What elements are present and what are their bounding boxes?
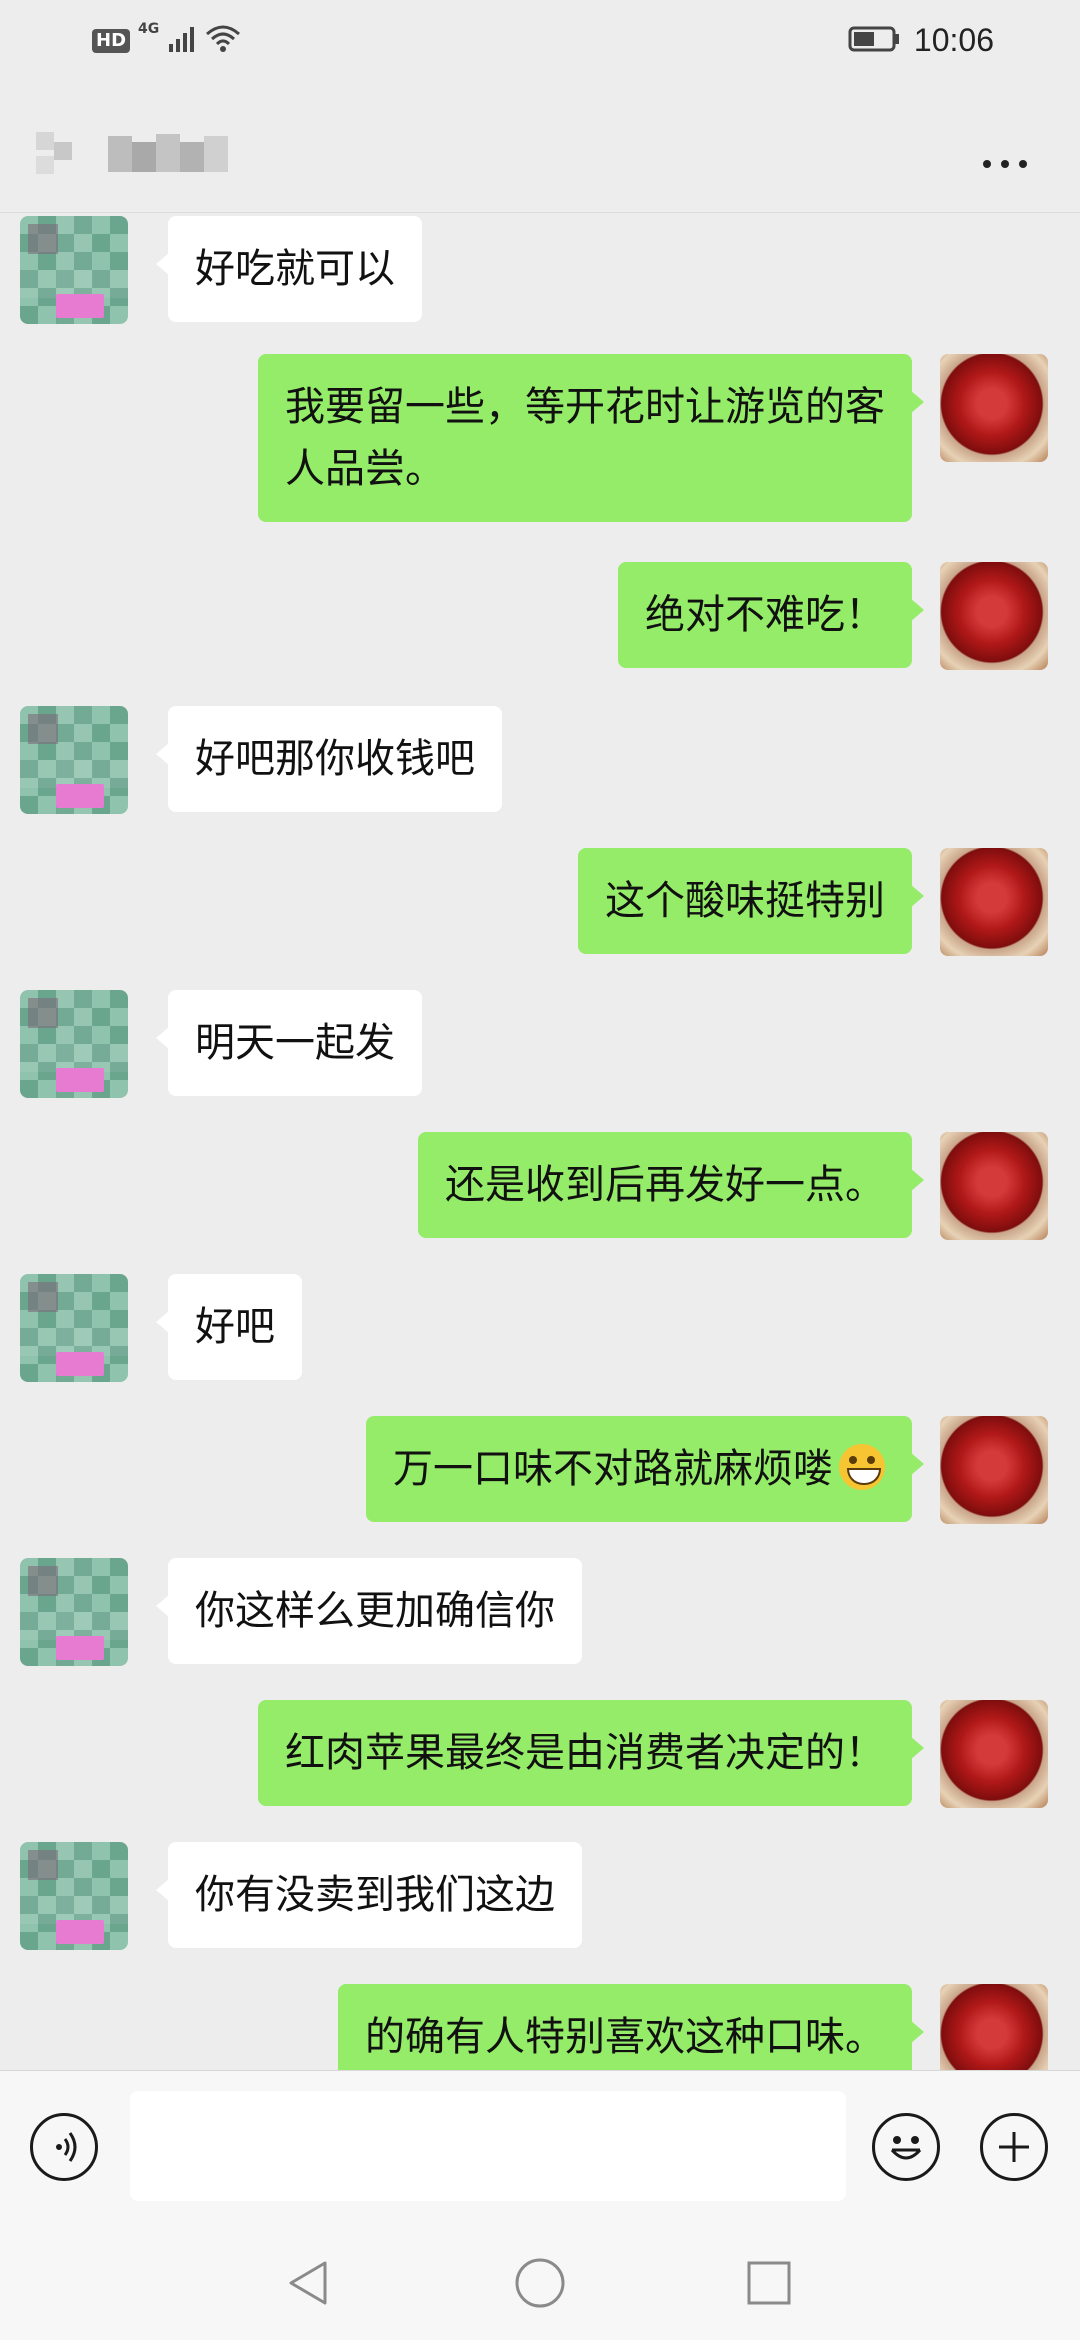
more-dots-icon	[983, 160, 991, 168]
plus-icon	[999, 2132, 1029, 2162]
more-dots-icon	[1001, 160, 1009, 168]
my-avatar[interactable]	[940, 1132, 1048, 1240]
my-avatar[interactable]	[940, 354, 1048, 462]
recents-square-icon	[747, 2261, 791, 2305]
message-bubble-sent[interactable]: 万一口味不对路就麻烦喽	[366, 1416, 924, 1522]
more-functions-button[interactable]	[980, 2113, 1048, 2181]
status-bar: HD 4G 10:06	[0, 0, 1080, 84]
contact-avatar[interactable]	[20, 1274, 128, 1382]
contact-name-obscured	[36, 128, 254, 182]
battery-icon	[848, 24, 902, 58]
voice-button[interactable]	[30, 2113, 98, 2181]
my-avatar[interactable]	[940, 1984, 1048, 2070]
message-bubble-sent[interactable]: 红肉苹果最终是由消费者决定的！	[258, 1700, 924, 1806]
message-bubble-received[interactable]: 明天一起发	[156, 990, 422, 1096]
back-button[interactable]	[274, 2248, 344, 2318]
my-avatar[interactable]	[940, 848, 1048, 956]
recents-button[interactable]	[734, 2248, 804, 2318]
message-bubble-received[interactable]: 好吧那你收钱吧	[156, 706, 502, 812]
voice-icon	[56, 2132, 77, 2162]
home-circle-icon	[515, 2258, 565, 2308]
contact-avatar[interactable]	[20, 1558, 128, 1666]
message-bubble-sent[interactable]: 这个酸味挺特别	[578, 848, 924, 954]
more-dots-icon	[1019, 160, 1027, 168]
status-right: 10:06	[848, 22, 994, 59]
my-avatar[interactable]	[940, 1416, 1048, 1524]
chat-header	[0, 100, 1080, 213]
message-text: 万一口味不对路就麻烦喽	[393, 1446, 833, 1492]
back-triangle-icon	[289, 2261, 327, 2305]
wifi-icon	[205, 24, 241, 58]
message-bubble-received[interactable]: 你有没卖到我们这边	[156, 1842, 582, 1948]
more-options-button[interactable]	[970, 144, 1040, 184]
contact-avatar[interactable]	[20, 1842, 128, 1950]
hd-icon: HD	[92, 29, 131, 53]
network-type-label: 4G	[138, 21, 160, 37]
my-avatar[interactable]	[940, 562, 1048, 670]
system-nav-bar	[0, 2226, 1080, 2340]
clock-time: 10:06	[913, 22, 994, 58]
message-bubble-sent[interactable]: 还是收到后再发好一点。	[418, 1132, 924, 1238]
contact-avatar[interactable]	[20, 706, 128, 814]
message-bubble-received[interactable]: 好吧	[156, 1274, 302, 1380]
my-avatar[interactable]	[940, 1700, 1048, 1808]
message-bubble-sent[interactable]: 我要留一些，等开花时让游览的客 人品尝。	[258, 354, 924, 522]
message-list[interactable]: 好吃就可以 我要留一些，等开花时让游览的客 人品尝。 绝对不难吃！ 好吧那你收钱…	[0, 212, 1080, 2070]
emoji-smile-icon	[890, 2136, 922, 2160]
message-bubble-sent[interactable]: 的确有人特别喜欢这种口味。	[338, 1984, 924, 2070]
message-bubble-received[interactable]: 好吃就可以	[156, 216, 422, 322]
message-bubble-received[interactable]: 你这样么更加确信你	[156, 1558, 582, 1664]
home-button[interactable]	[505, 2248, 575, 2318]
contact-avatar[interactable]	[20, 990, 128, 1098]
message-bubble-sent[interactable]: 绝对不难吃！	[618, 562, 924, 668]
emoji-button[interactable]	[872, 2113, 940, 2181]
message-input[interactable]	[130, 2091, 846, 2201]
status-left: HD 4G	[92, 21, 241, 58]
grinning-face-icon	[839, 1444, 885, 1490]
signal-icon	[167, 24, 197, 58]
contact-avatar[interactable]	[20, 216, 128, 324]
chat-input-bar	[0, 2070, 1080, 2227]
